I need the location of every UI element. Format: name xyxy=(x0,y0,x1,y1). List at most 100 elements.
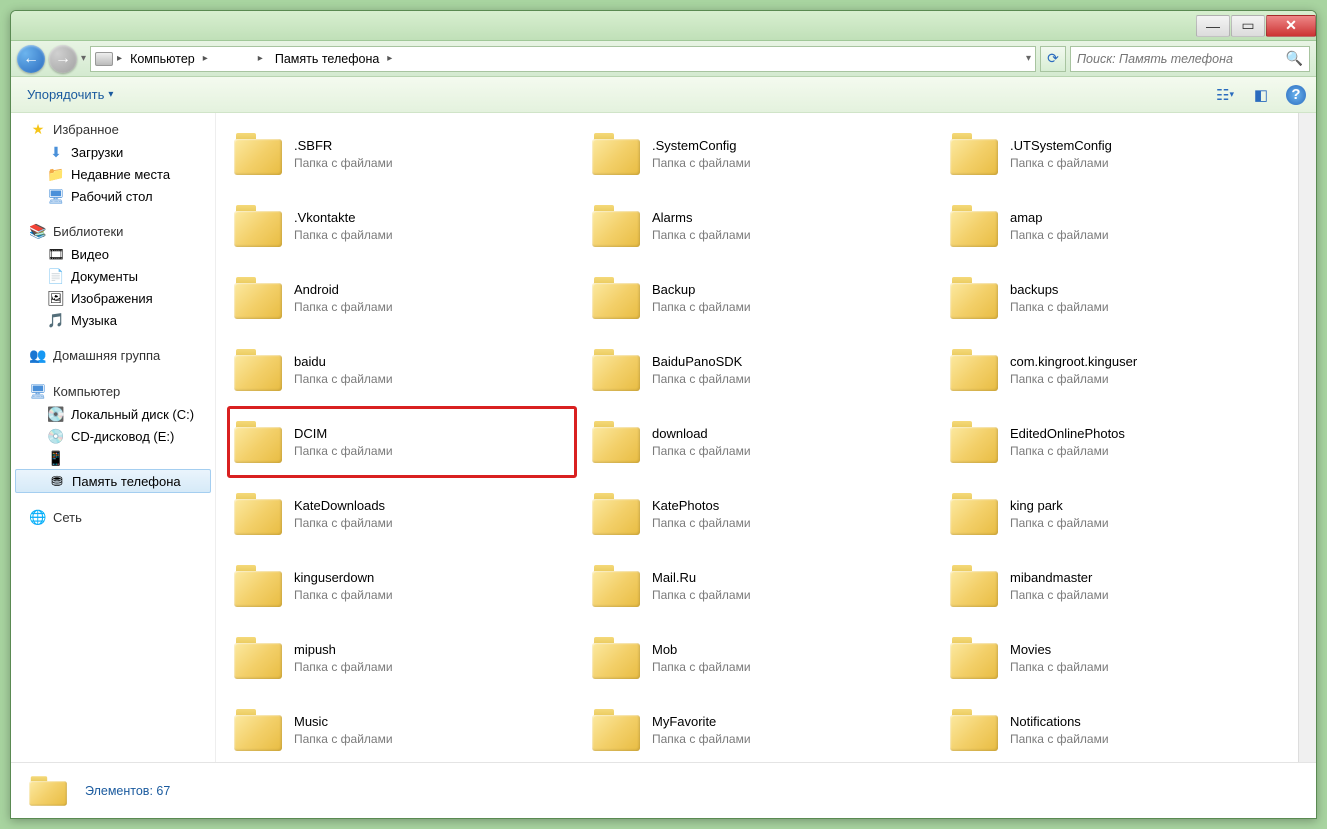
folder-item[interactable]: EditedOnlinePhotosПапка с файлами xyxy=(944,407,1292,477)
folder-item[interactable]: DCIMПапка с файлами xyxy=(228,407,576,477)
preview-pane-button[interactable]: ◧ xyxy=(1250,84,1272,106)
help-button[interactable]: ? xyxy=(1286,85,1306,105)
breadcrumb-phone-memory[interactable]: Память телефона▸ xyxy=(271,52,397,66)
forward-button[interactable]: → xyxy=(49,45,77,73)
folder-item[interactable]: backupsПапка с файлами xyxy=(944,263,1292,333)
search-input[interactable] xyxy=(1077,52,1280,66)
homegroup-icon: 👥 xyxy=(29,347,47,363)
address-bar[interactable]: ▸ Компьютер▸ ▸ Память телефона▸ ▾ xyxy=(90,46,1036,72)
sidebar-libraries-header[interactable]: 📚Библиотеки xyxy=(11,221,215,243)
folder-item[interactable]: MoviesПапка с файлами xyxy=(944,623,1292,693)
folder-icon xyxy=(950,493,998,535)
sidebar-item-downloads[interactable]: ⬇Загрузки xyxy=(11,141,215,163)
folder-type: Папка с файлами xyxy=(652,443,751,459)
view-options-button[interactable]: ☷▾ xyxy=(1214,84,1236,106)
folder-item[interactable]: KatePhotosПапка с файлами xyxy=(586,479,934,549)
address-dropdown[interactable]: ▾ xyxy=(1026,53,1031,64)
sidebar-item-images[interactable]: 🖼Изображения xyxy=(11,287,215,309)
folder-item[interactable]: .VkontakteПапка с файлами xyxy=(228,191,576,261)
folder-item[interactable]: MobПапка с файлами xyxy=(586,623,934,693)
star-icon: ★ xyxy=(29,121,47,137)
sidebar-item-desktop[interactable]: 🖥Рабочий стол xyxy=(11,185,215,207)
folder-item[interactable]: com.kingroot.kinguserПапка с файлами xyxy=(944,335,1292,405)
maximize-button[interactable]: ▭ xyxy=(1231,15,1265,37)
disk-icon: 💽 xyxy=(47,406,65,422)
minimize-button[interactable]: — xyxy=(1196,15,1230,37)
folder-item[interactable]: MyFavoriteПапка с файлами xyxy=(586,695,934,762)
sidebar-item-phone-memory[interactable]: ⛃Память телефона xyxy=(15,469,211,493)
folder-item[interactable]: BackupПапка с файлами xyxy=(586,263,934,333)
drive-icon xyxy=(95,52,113,66)
close-button[interactable]: ✕ xyxy=(1266,15,1316,37)
folder-type: Папка с файлами xyxy=(652,659,751,675)
folder-type: Папка с файлами xyxy=(294,587,393,603)
folder-item[interactable]: .UTSystemConfigПапка с файлами xyxy=(944,119,1292,189)
folder-item[interactable]: KateDownloadsПапка с файлами xyxy=(228,479,576,549)
network-icon: 🌐 xyxy=(29,509,47,525)
folder-name: mipush xyxy=(294,641,393,659)
sidebar-item-recent[interactable]: 📁Недавние места xyxy=(11,163,215,185)
sidebar-computer-header[interactable]: 🖥Компьютер xyxy=(11,381,215,403)
back-button[interactable]: ← xyxy=(17,45,45,73)
sidebar-item-local-disk[interactable]: 💽Локальный диск (C:) xyxy=(11,403,215,425)
folder-icon xyxy=(592,637,640,679)
folder-name: kinguserdown xyxy=(294,569,393,587)
sidebar-item-documents[interactable]: 📄Документы xyxy=(11,265,215,287)
nav-history-dropdown[interactable]: ▾ xyxy=(81,53,86,64)
folder-item[interactable]: AlarmsПапка с файлами xyxy=(586,191,934,261)
folder-icon xyxy=(950,565,998,607)
folder-icon xyxy=(234,133,282,175)
folder-icon xyxy=(234,709,282,751)
breadcrumb-computer[interactable]: Компьютер▸ xyxy=(126,52,212,66)
folder-item[interactable]: .SystemConfigПапка с файлами xyxy=(586,119,934,189)
folder-icon xyxy=(234,493,282,535)
folder-item[interactable]: .SBFRПапка с файлами xyxy=(228,119,576,189)
sidebar-item-cd-drive[interactable]: 💿CD-дисковод (E:) xyxy=(11,425,215,447)
folder-item[interactable]: king parkПапка с файлами xyxy=(944,479,1292,549)
folder-name: amap xyxy=(1010,209,1109,227)
folder-item[interactable]: MusicПапка с файлами xyxy=(228,695,576,762)
folder-item[interactable]: amapПапка с файлами xyxy=(944,191,1292,261)
folder-item[interactable]: kinguserdownПапка с файлами xyxy=(228,551,576,621)
folder-type: Папка с файлами xyxy=(652,371,751,387)
search-icon[interactable]: 🔍 xyxy=(1286,50,1303,67)
folder-icon xyxy=(592,709,640,751)
folder-name: Android xyxy=(294,281,393,299)
folder-item[interactable]: NotificationsПапка с файлами xyxy=(944,695,1292,762)
music-icon: 🎵 xyxy=(47,312,65,328)
folder-type: Папка с файлами xyxy=(1010,227,1109,243)
folder-type: Папка с файлами xyxy=(1010,371,1137,387)
folder-item[interactable]: BaiduPanoSDKПапка с файлами xyxy=(586,335,934,405)
folder-item[interactable]: AndroidПапка с файлами xyxy=(228,263,576,333)
sidebar-item-music[interactable]: 🎵Музыка xyxy=(11,309,215,331)
folder-type: Папка с файлами xyxy=(294,155,393,171)
folder-name: download xyxy=(652,425,751,443)
sidebar-favorites-header[interactable]: ★Избранное xyxy=(11,119,215,141)
folder-name: king park xyxy=(1010,497,1109,515)
sidebar-item-video[interactable]: 🎞Видео xyxy=(11,243,215,265)
folder-icon xyxy=(950,421,998,463)
folder-name: .Vkontakte xyxy=(294,209,393,227)
folder-type: Папка с файлами xyxy=(1010,587,1109,603)
search-box[interactable]: 🔍 xyxy=(1070,46,1310,72)
folder-item[interactable]: Mail.RuПапка с файлами xyxy=(586,551,934,621)
folder-item[interactable]: downloadПапка с файлами xyxy=(586,407,934,477)
sidebar-homegroup-header[interactable]: 👥Домашняя группа xyxy=(11,345,215,367)
folder-name: backups xyxy=(1010,281,1109,299)
image-icon: 🖼 xyxy=(47,290,65,306)
sidebar-network-header[interactable]: 🌐Сеть xyxy=(11,507,215,529)
chevron-right-icon[interactable]: ▸ xyxy=(117,53,122,64)
folder-item[interactable]: mipushПапка с файлами xyxy=(228,623,576,693)
folder-item[interactable]: mibandmasterПапка с файлами xyxy=(944,551,1292,621)
breadcrumb-device[interactable]: ▸ xyxy=(216,53,267,64)
sidebar-item-device[interactable]: 📱 xyxy=(11,447,215,469)
cd-icon: 💿 xyxy=(47,428,65,444)
folder-icon xyxy=(950,133,998,175)
folder-item[interactable]: baiduПапка с файлами xyxy=(228,335,576,405)
refresh-button[interactable]: ⟳ xyxy=(1040,46,1066,72)
folder-name: Mob xyxy=(652,641,751,659)
folder-icon xyxy=(234,565,282,607)
scrollbar[interactable] xyxy=(1298,113,1316,762)
organize-button[interactable]: Упорядочить ▾ xyxy=(21,83,119,106)
folder-icon xyxy=(234,349,282,391)
